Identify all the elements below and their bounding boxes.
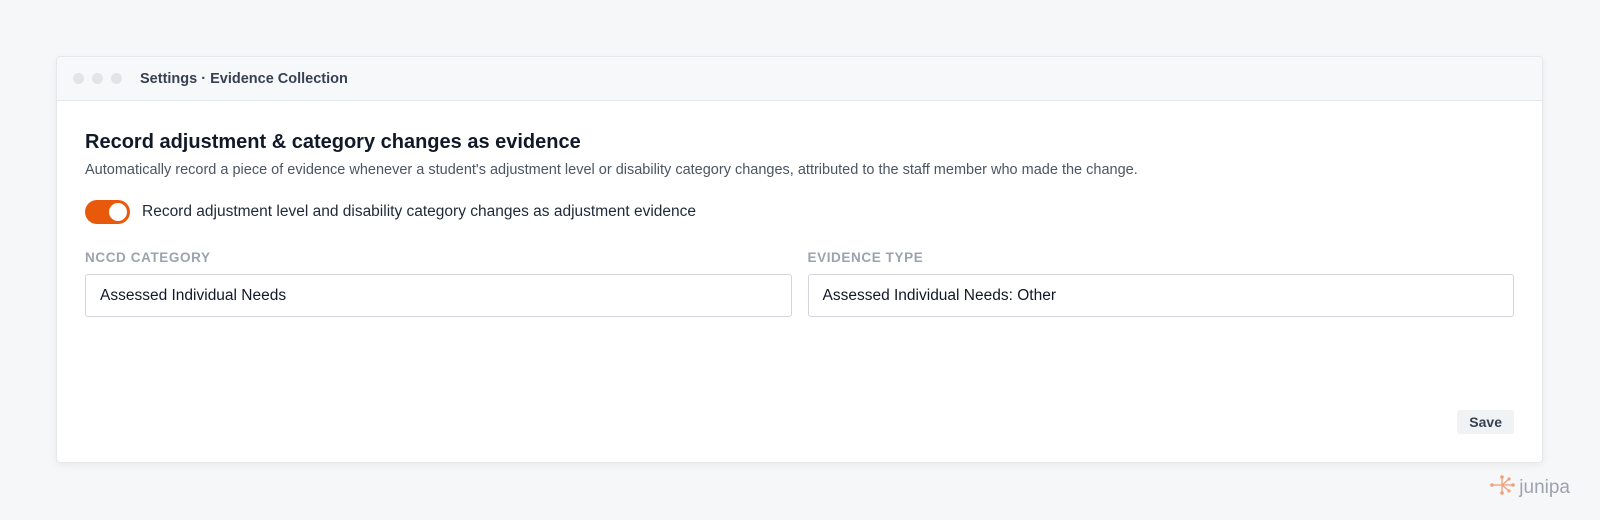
window-controls	[73, 73, 122, 84]
evidence-type-field-group: EVIDENCE TYPE Assessed Individual Needs:…	[807, 249, 1514, 317]
window-maximize-dot[interactable]	[111, 73, 122, 84]
evidence-type-label: EVIDENCE TYPE	[807, 250, 924, 265]
window-minimize-dot[interactable]	[92, 73, 103, 84]
nccd-category-field-group: NCCD CATEGORY Assessed Individual Needs	[85, 249, 792, 317]
toggle-knob	[109, 203, 127, 221]
nccd-category-field[interactable]: Assessed Individual Needs	[85, 274, 792, 317]
brand: junipa	[1490, 475, 1570, 500]
record-changes-toggle-row: Record adjustment level and disability c…	[85, 200, 1514, 224]
settings-window: Settings · Evidence Collection Record ad…	[56, 56, 1543, 463]
section-heading: Record adjustment & category changes as …	[85, 131, 581, 153]
junipa-logo-icon	[1490, 475, 1516, 500]
window-title: Settings · Evidence Collection	[140, 70, 348, 87]
save-button[interactable]: Save	[1457, 410, 1514, 434]
brand-name: junipa	[1519, 476, 1570, 498]
window-titlebar: Settings · Evidence Collection	[57, 57, 1542, 101]
window-close-dot[interactable]	[73, 73, 84, 84]
nccd-category-label: NCCD CATEGORY	[85, 250, 211, 265]
evidence-fields: NCCD CATEGORY Assessed Individual Needs …	[85, 249, 1514, 317]
evidence-type-field[interactable]: Assessed Individual Needs: Other	[807, 274, 1514, 317]
settings-content: Record adjustment & category changes as …	[57, 101, 1542, 462]
section-description: Automatically record a piece of evidence…	[85, 162, 1138, 178]
record-changes-toggle-label: Record adjustment level and disability c…	[142, 203, 697, 220]
record-changes-toggle[interactable]	[85, 200, 130, 224]
